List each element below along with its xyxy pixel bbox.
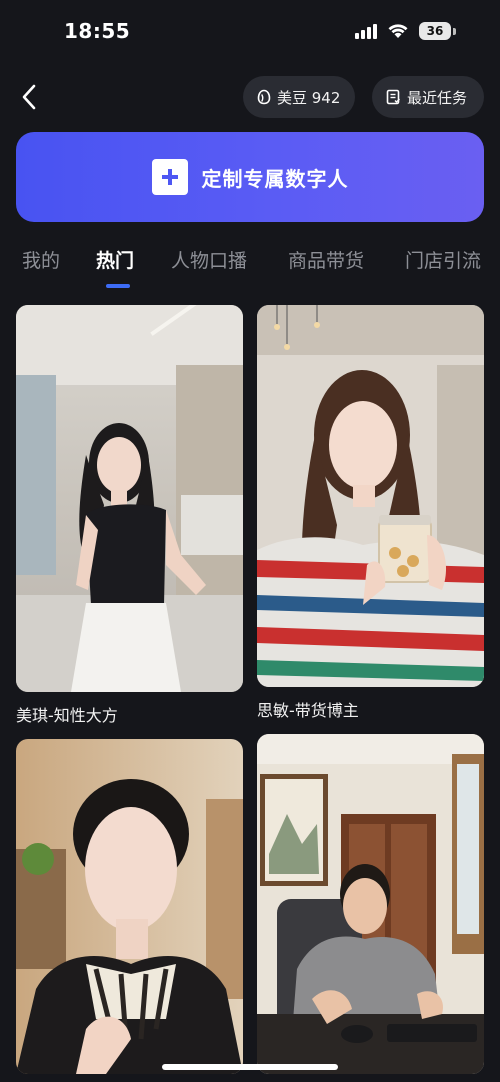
signal-icon <box>355 23 377 39</box>
beans-balance-chip[interactable]: 美豆 942 <box>243 76 355 118</box>
chevron-left-icon <box>22 84 36 110</box>
avatar-card-simin[interactable]: 思敏-带货博主 <box>257 305 484 721</box>
tasks-label: 最近任务 <box>407 88 468 107</box>
battery-level: 36 <box>419 22 451 40</box>
home-indicator[interactable] <box>162 1064 338 1070</box>
task-list-icon <box>386 89 400 105</box>
recent-tasks-chip[interactable]: 最近任务 <box>372 76 484 118</box>
tab-mine[interactable]: 我的 <box>22 246 60 290</box>
tab-store-traffic[interactable]: 门店引流 <box>405 246 481 290</box>
avatar-card-4[interactable] <box>257 734 484 1082</box>
avatar-preview-image <box>257 734 484 1074</box>
category-tabs: 我的 热门 人物口播 商品带货 门店引流 <box>0 246 500 292</box>
create-label: 定制专属数字人 <box>201 166 349 191</box>
avatar-preview-image <box>16 739 243 1074</box>
avatar-preview-image <box>257 305 484 687</box>
back-button[interactable] <box>12 80 46 114</box>
wifi-icon <box>387 23 409 39</box>
battery-icon: 36 <box>419 22 456 40</box>
avatar-card-3[interactable] <box>16 739 243 1082</box>
avatar-preview-image <box>16 305 243 692</box>
tab-active-indicator <box>106 284 130 288</box>
tab-talking-head[interactable]: 人物口播 <box>171 246 247 290</box>
plus-icon <box>151 159 188 195</box>
status-time: 18:55 <box>64 19 131 43</box>
avatar-card-label: 思敏-带货博主 <box>257 701 359 720</box>
status-bar: 18:55 36 <box>0 0 500 62</box>
bean-icon <box>257 89 271 105</box>
avatar-card-meiqi[interactable]: 美琪-知性大方 <box>16 305 243 726</box>
status-icons: 36 <box>355 22 456 40</box>
avatar-card-label: 美琪-知性大方 <box>16 706 118 725</box>
beans-label: 美豆 942 <box>277 88 341 107</box>
header: 美豆 942 最近任务 <box>0 74 500 120</box>
create-digital-human-button[interactable]: 定制专属数字人 <box>16 132 484 222</box>
tab-product-sales[interactable]: 商品带货 <box>288 246 364 290</box>
